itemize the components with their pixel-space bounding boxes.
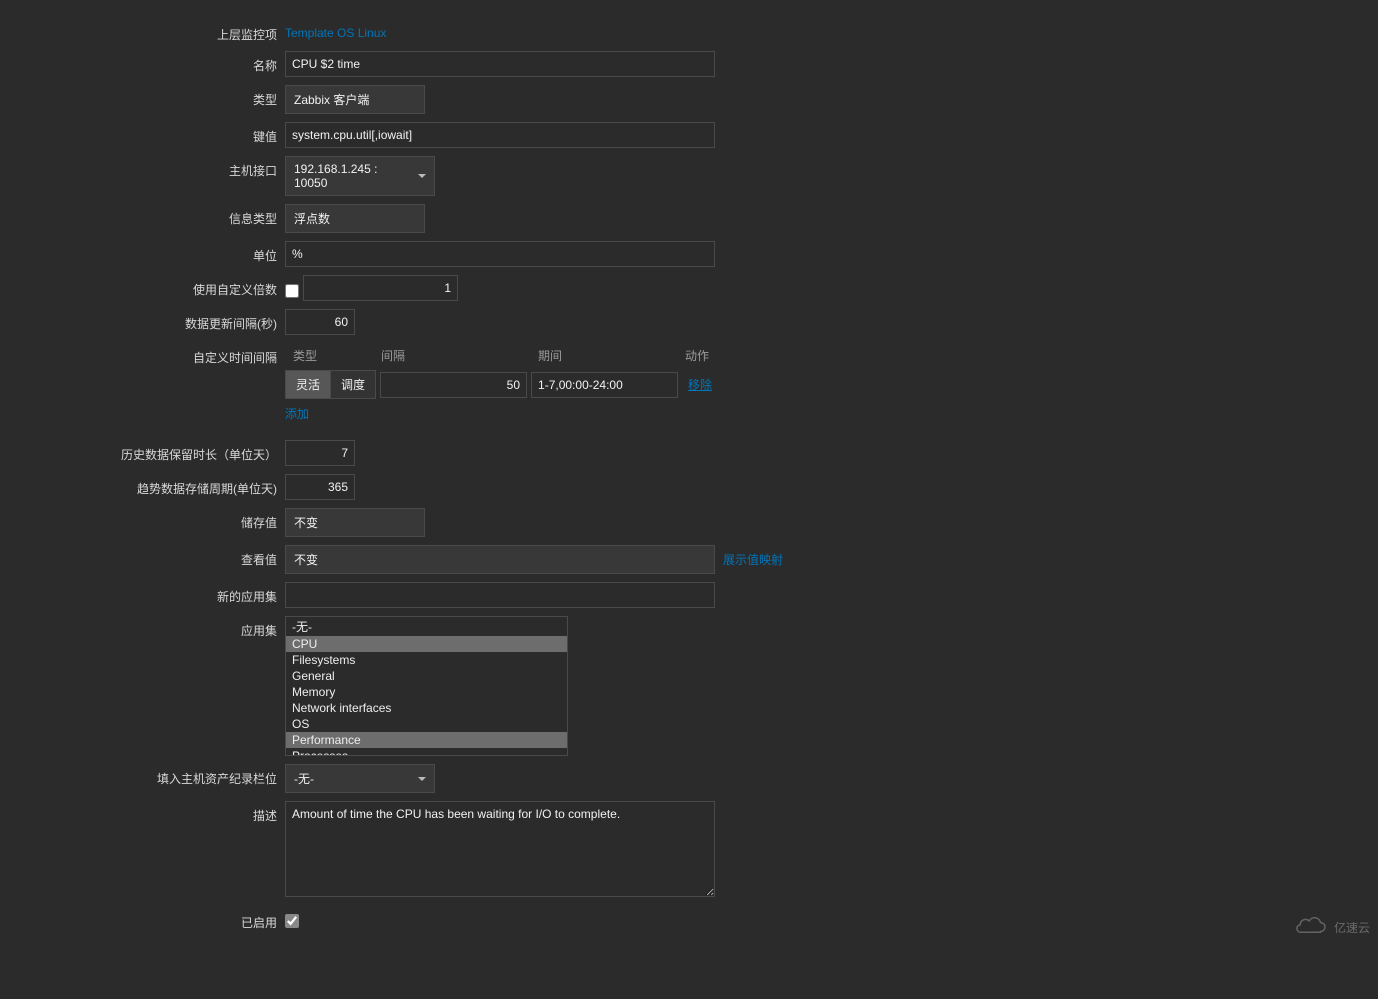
label-trends-days: 趋势数据存储周期(单位天) [0, 474, 285, 497]
label-info-type: 信息类型 [0, 204, 285, 227]
host-interface-value: 192.168.1.245 : 10050 [294, 162, 377, 190]
enabled-checkbox[interactable] [285, 914, 299, 928]
type-select[interactable]: Zabbix 客户端 [285, 85, 425, 114]
list-item[interactable]: Processes [286, 748, 567, 756]
applications-listbox[interactable]: -无-CPUFilesystemsGeneralMemoryNetwork in… [285, 616, 568, 756]
label-update-interval: 数据更新间隔(秒) [0, 309, 285, 332]
host-inventory-value: -无- [294, 772, 314, 786]
list-item[interactable]: CPU [286, 636, 567, 652]
ci-add-link[interactable]: 添加 [285, 407, 309, 421]
info-type-select[interactable]: 浮点数 [285, 204, 425, 233]
unit-input[interactable] [285, 241, 715, 267]
store-value-select[interactable]: 不变 [285, 508, 425, 537]
label-parent-items: 上层监控项 [0, 20, 285, 43]
host-inventory-select[interactable]: -无- [285, 764, 435, 793]
list-item[interactable]: -无- [286, 617, 567, 636]
type-select-value: Zabbix 客户端 [294, 93, 369, 107]
label-unit: 单位 [0, 241, 285, 264]
chevron-down-icon [418, 777, 426, 781]
label-host-inventory: 填入主机资产纪录栏位 [0, 764, 285, 787]
label-show-value: 查看值 [0, 545, 285, 568]
list-item[interactable]: General [286, 668, 567, 684]
list-item[interactable]: Memory [286, 684, 567, 700]
store-value-text: 不变 [294, 516, 318, 530]
ci-header-period: 期间 [532, 347, 685, 364]
custom-multiplier-input[interactable] [303, 275, 458, 301]
ci-header-action: 动作 [685, 347, 720, 364]
label-custom-multiplier: 使用自定义倍数 [0, 275, 285, 298]
label-store-value: 储存值 [0, 508, 285, 531]
list-item[interactable]: Filesystems [286, 652, 567, 668]
new-application-input[interactable] [285, 582, 715, 608]
label-host-interface: 主机接口 [0, 156, 285, 179]
label-history-days: 历史数据保留时长（单位天） [0, 440, 285, 463]
ci-remove-link[interactable]: 移除 [688, 378, 712, 392]
label-description: 描述 [0, 801, 285, 824]
list-item[interactable]: OS [286, 716, 567, 732]
ci-seg-scheduling[interactable]: 调度 [331, 371, 375, 398]
show-value-select[interactable]: 不变 [285, 545, 715, 574]
history-days-input[interactable] [285, 440, 355, 466]
show-value-mapping-link[interactable]: 展示值映射 [723, 545, 783, 568]
name-input[interactable] [285, 51, 715, 77]
info-type-value: 浮点数 [294, 212, 330, 226]
key-input[interactable] [285, 122, 715, 148]
list-item[interactable]: Network interfaces [286, 700, 567, 716]
list-item[interactable]: Performance [286, 732, 567, 748]
label-custom-intervals: 自定义时间间隔 [0, 343, 285, 366]
trends-days-input[interactable] [285, 474, 355, 500]
label-new-application: 新的应用集 [0, 582, 285, 605]
ci-header-interval: 间隔 [379, 347, 532, 364]
ci-seg-flexible[interactable]: 灵活 [286, 371, 331, 398]
update-interval-input[interactable] [285, 309, 355, 335]
custom-multiplier-checkbox[interactable] [285, 284, 299, 298]
label-applications: 应用集 [0, 616, 285, 639]
chevron-down-icon [418, 174, 426, 178]
description-textarea[interactable] [285, 801, 715, 897]
ci-interval-input[interactable] [380, 372, 527, 398]
parent-item-link[interactable]: Template OS Linux [285, 26, 386, 40]
ci-header-type: 类型 [285, 347, 379, 364]
ci-period-input[interactable] [531, 372, 678, 398]
show-value-text: 不变 [294, 553, 318, 567]
ci-row: 灵活 调度 移除 [285, 370, 720, 399]
label-enabled: 已启用 [0, 908, 285, 931]
label-type: 类型 [0, 85, 285, 108]
host-interface-select[interactable]: 192.168.1.245 : 10050 [285, 156, 435, 196]
label-key: 键值 [0, 122, 285, 145]
label-name: 名称 [0, 51, 285, 74]
